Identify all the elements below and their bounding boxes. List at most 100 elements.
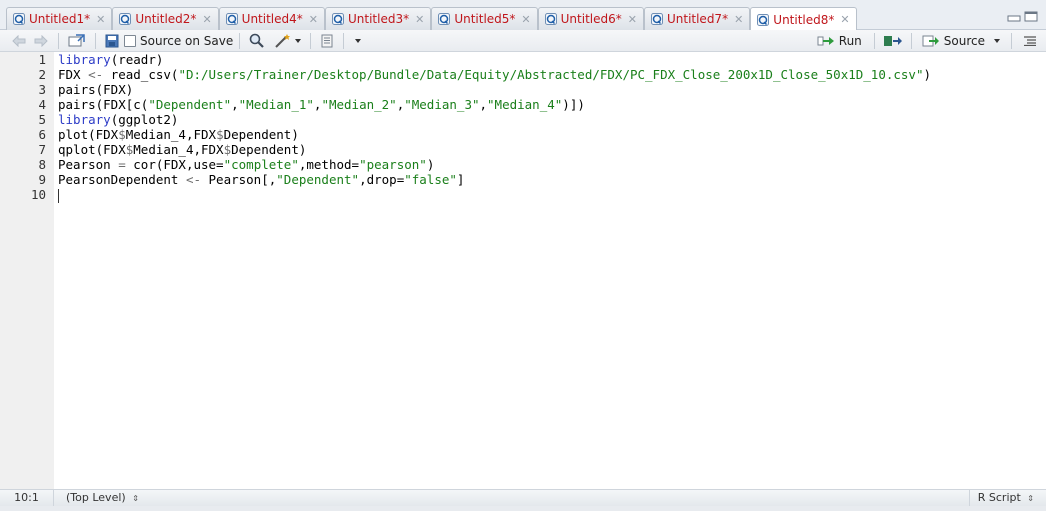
back-button[interactable] <box>8 32 30 50</box>
close-icon[interactable]: ✕ <box>202 14 211 25</box>
close-icon[interactable]: ✕ <box>309 14 318 25</box>
forward-button[interactable] <box>30 32 52 50</box>
code-token: "Median_1" <box>238 97 314 112</box>
code-token: , <box>479 97 488 112</box>
tab-label: Untitled5* <box>454 12 516 26</box>
code-token: $ <box>223 142 232 157</box>
tab-untitled[interactable]: Untitled4* ✕ <box>218 7 325 30</box>
tab-label: Untitled8* <box>773 12 835 27</box>
code-area[interactable]: library(readr) FDX <- read_csv("D:/Users/… <box>58 52 1036 203</box>
source-on-save-toggle[interactable]: Source on Save <box>124 32 233 50</box>
toolbar-separator <box>58 32 59 49</box>
editor-toolbar: Source on Save Run Source <box>0 30 1046 52</box>
editor-tab-bar: Untitled1* ✕ Untitled2* ✕ Untitled4* ✕ Untitle… <box>0 0 1046 31</box>
minimize-pane-icon[interactable] <box>1007 11 1021 22</box>
code-token: (ggplot2) <box>110 112 179 127</box>
close-icon[interactable]: ✕ <box>521 14 530 25</box>
code-token: pairs(FDX[c( <box>58 97 149 112</box>
code-token: library <box>58 112 111 127</box>
code-line: qplot(FDX$Median_4,FDX$Dependent) <box>58 142 1036 157</box>
scope-selector[interactable]: (Top Level) ⇕ <box>54 490 139 507</box>
run-button[interactable]: Run <box>811 32 868 50</box>
tab-label: Untitled6* <box>560 12 622 26</box>
code-token: Dependent) <box>231 142 307 157</box>
magic-wand-icon <box>275 33 291 48</box>
code-line: library(ggplot2) <box>58 112 1036 127</box>
arrow-right-icon <box>34 34 48 47</box>
close-icon[interactable]: ✕ <box>415 14 424 25</box>
compile-report-button[interactable] <box>317 32 337 50</box>
save-icon <box>105 34 119 47</box>
code-editor[interactable]: 1 2 3 4 5 6 7 8 9 10 library(readr) FDX <- read_cs… <box>0 52 1046 489</box>
code-token: , <box>231 97 239 112</box>
line-number: 8 <box>38 157 46 172</box>
source-label: Source <box>943 34 985 48</box>
code-token: Dependent) <box>223 127 299 142</box>
tab-label: Untitled1* <box>29 12 91 26</box>
code-token: "Median_2" <box>321 97 397 112</box>
toolbar-separator <box>910 33 912 49</box>
code-token: ] <box>456 172 465 187</box>
tab-untitled[interactable]: Untitled1* ✕ <box>6 7 113 30</box>
source-button[interactable]: Source <box>918 32 1005 50</box>
source-on-save-label: Source on Save <box>140 33 234 48</box>
tab-untitled[interactable]: Untitled8* ✕ <box>750 7 857 31</box>
tab-untitled[interactable]: Untitled7* ✕ <box>643 7 751 30</box>
code-token: qplot(FDX <box>58 142 126 157</box>
code-token: ,drop= <box>359 172 405 187</box>
code-token: ,method= <box>298 157 360 172</box>
code-token: "false" <box>404 172 457 187</box>
updown-icon: ⇕ <box>132 493 139 503</box>
code-token: plot(FDX <box>58 127 119 142</box>
code-token: PearsonDependent <box>58 172 186 187</box>
save-button[interactable] <box>102 32 122 50</box>
rerun-icon <box>883 36 902 46</box>
toolbar-separator <box>1011 33 1012 49</box>
updown-icon: ⇕ <box>1027 494 1034 503</box>
tab-untitled[interactable]: Untitled6* ✕ <box>537 7 644 30</box>
tab-untitled[interactable]: Untitled2* ✕ <box>112 7 219 30</box>
close-icon[interactable]: ✕ <box>96 14 105 25</box>
tab-label: Untitled2* <box>135 12 197 26</box>
more-options-dropdown[interactable] <box>350 32 366 50</box>
code-token: "Dependent" <box>276 172 360 187</box>
code-token: ) <box>426 157 435 172</box>
r-file-icon <box>757 13 770 26</box>
rerun-button[interactable] <box>881 32 905 50</box>
close-icon[interactable]: ✕ <box>840 14 849 25</box>
line-number: 1 <box>38 52 46 67</box>
code-token: <- <box>185 172 201 187</box>
code-token: <- <box>88 67 104 82</box>
maximize-pane-icon[interactable] <box>1024 11 1038 22</box>
search-icon <box>249 33 265 48</box>
chevron-down-icon <box>295 38 302 43</box>
close-icon[interactable]: ✕ <box>734 14 743 25</box>
file-type-selector[interactable]: R Script ⇕ <box>968 490 1046 506</box>
line-number: 4 <box>38 97 46 112</box>
file-type-label: R Script <box>977 491 1021 504</box>
run-arrow-icon <box>817 36 834 46</box>
scope-label: (Top Level) <box>66 490 126 504</box>
chevron-down-icon <box>355 38 362 43</box>
line-number: 6 <box>38 127 46 142</box>
r-file-icon <box>13 13 25 25</box>
r-file-icon <box>438 13 451 25</box>
code-line: FDX <- read_csv("D:/Users/Trainer/Deskto… <box>58 67 1036 82</box>
run-label: Run <box>838 34 862 48</box>
document-outline-button[interactable] <box>1018 32 1042 50</box>
line-number: 2 <box>38 67 46 82</box>
code-token: Median_4,FDX <box>125 127 217 142</box>
line-numbers: 1 2 3 4 5 6 7 8 9 10 <box>0 52 46 202</box>
tab-untitled[interactable]: Untitled3* ✕ <box>324 7 432 30</box>
source-on-save-checkbox[interactable] <box>124 34 136 47</box>
close-icon[interactable]: ✕ <box>628 14 637 25</box>
find-replace-button[interactable] <box>246 32 268 50</box>
code-token: Pearson[, <box>201 172 277 187</box>
tab-untitled[interactable]: Untitled5* ✕ <box>431 7 538 30</box>
toolbar-separator <box>873 33 875 49</box>
code-token: ) <box>923 67 932 82</box>
show-in-window-button[interactable] <box>65 32 89 50</box>
code-token: "pearson" <box>359 157 427 172</box>
code-tools-button[interactable] <box>272 32 304 50</box>
code-token: "complete" <box>223 157 299 172</box>
